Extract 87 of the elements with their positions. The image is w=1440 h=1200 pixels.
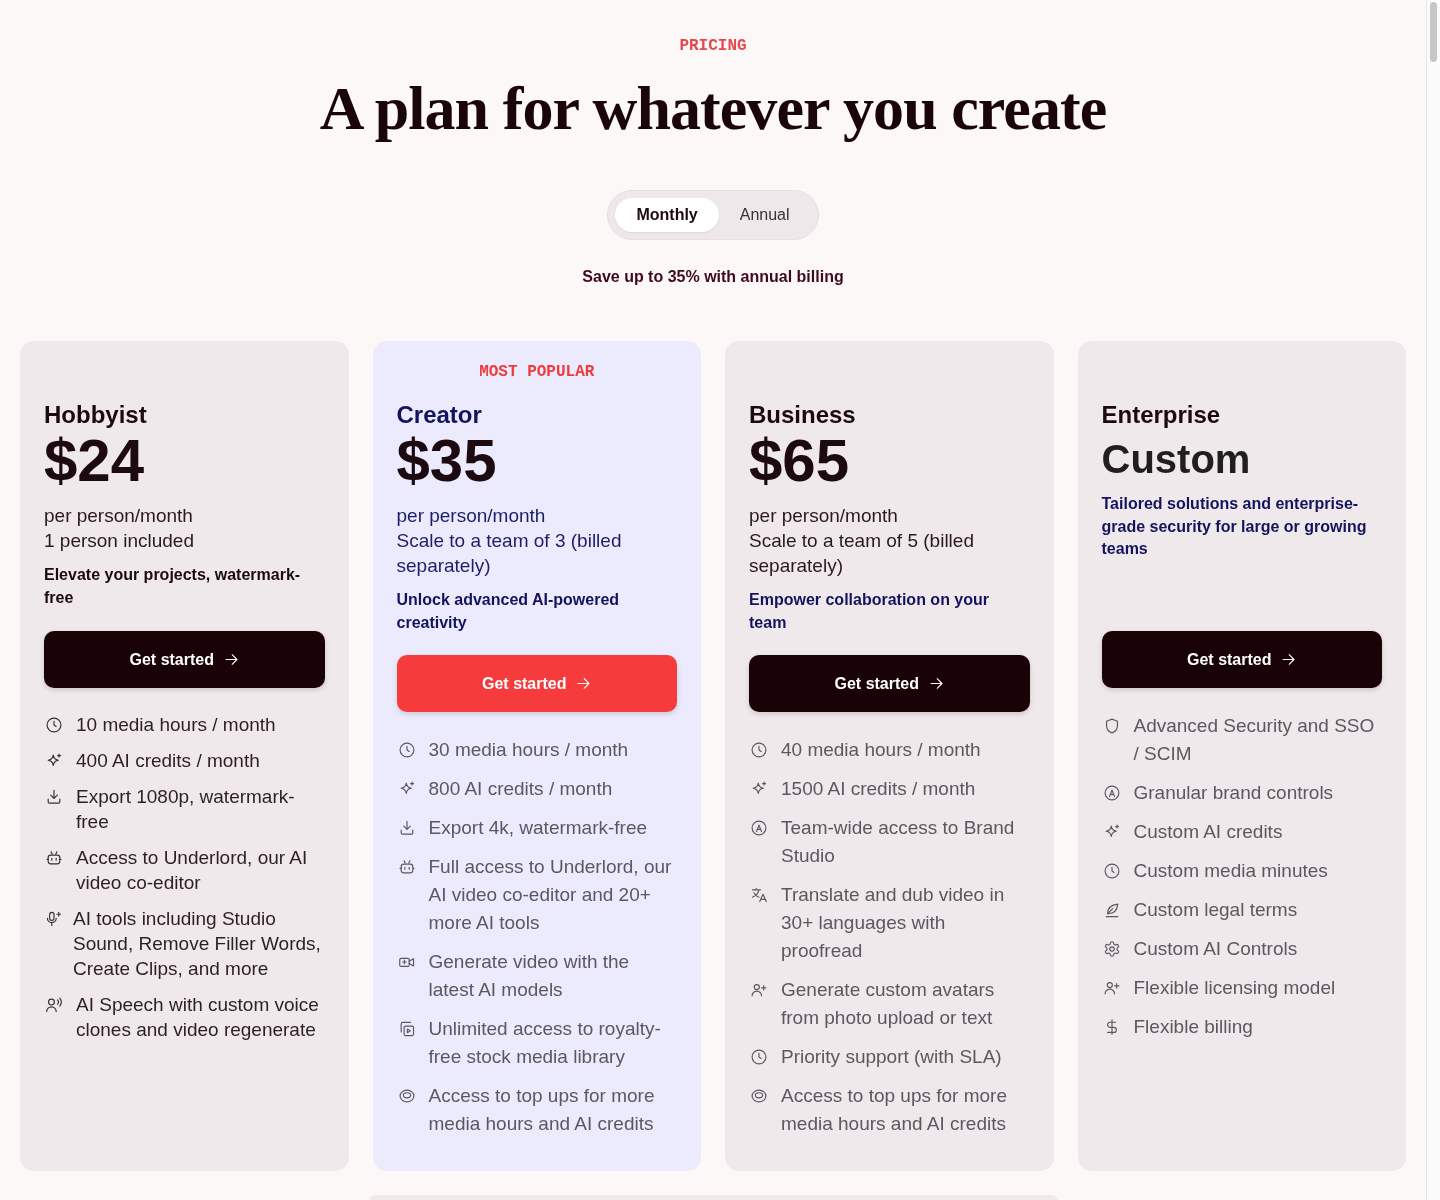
plan-price: $24: [44, 431, 145, 491]
feature-text: Granular brand controls: [1133, 781, 1334, 805]
plan-detail: per person/month: [44, 504, 194, 528]
person-plus-icon: [1103, 980, 1120, 996]
sparkle-icon: [46, 752, 62, 769]
feature-text: 30 media hours / month: [428, 738, 629, 762]
feature-text: 1500 AI credits / month: [781, 777, 976, 801]
savings-note: Save up to 35% with annual billing: [582, 267, 844, 287]
plan-detail: Scale to a team of 5 (billed separately): [749, 529, 975, 578]
letter-a-circle-icon: [1103, 785, 1120, 801]
arrow-right-icon: [224, 652, 239, 667]
feature-text: Generate video with the latest AI models: [428, 950, 631, 1002]
get-started-button[interactable]: Get started: [396, 655, 677, 712]
scrollbar-thumb[interactable]: [1430, 2, 1437, 62]
popular-label: MOST POPULAR: [479, 362, 595, 382]
feature-text: Advanced Security and SSO / SCIM: [1133, 714, 1376, 766]
plan-tagline: Empower collaboration on your team: [749, 590, 991, 633]
clock-icon: [1103, 863, 1120, 879]
media-library-icon: [398, 1021, 415, 1037]
feature-text: AI Speech with custom voice clones and video regenerate: [76, 993, 320, 1042]
feature-text: 800 AI credits / month: [428, 777, 613, 801]
feature-text: Export 4k, watermark-free: [428, 816, 648, 840]
clock-icon: [751, 1049, 767, 1065]
feature-text: 400 AI credits / month: [76, 749, 260, 773]
quill-icon: [1103, 902, 1120, 918]
get-started-button[interactable]: Get started: [1101, 631, 1382, 688]
robot-icon: [398, 859, 415, 875]
feature-text: 10 media hours / month: [76, 713, 276, 737]
feature-text: Custom legal terms: [1133, 898, 1298, 922]
microphone-plus-icon: [46, 910, 62, 927]
arrow-right-icon: [929, 676, 944, 691]
arrow-right-icon: [576, 676, 592, 691]
plan-name: Enterprise: [1101, 400, 1222, 430]
feature-text: Priority support (with SLA): [781, 1045, 1002, 1069]
plan-name: Hobbyist: [44, 400, 148, 430]
plan-tagline: Tailored solutions and enterprise-grade security for large or growing teams: [1101, 494, 1368, 559]
robot-icon: [46, 849, 62, 866]
feature-text: Generate custom avatars from photo upload or text: [781, 978, 996, 1030]
download-icon: [398, 820, 415, 836]
feature-text: Access to top ups for more media hours and AI credits: [428, 1084, 656, 1136]
translate-icon: [751, 887, 767, 903]
feature-text: Unlimited access to royalty-free stock media library: [428, 1017, 662, 1069]
page-title: A plan for whatever you create: [319, 73, 1107, 144]
feature-text: Full access to Underlord, our AI video co-editor and 20+ more AI tools: [428, 855, 673, 935]
get-started-button[interactable]: Get started: [44, 631, 325, 688]
plan-detail: 1 person included: [44, 529, 195, 553]
billing-tab[interactable]: Monthly: [615, 198, 719, 232]
eyebrow-label: PRICING: [679, 36, 747, 56]
plan-detail: per person/month: [396, 504, 547, 528]
person-sound-icon: [46, 996, 62, 1013]
download-icon: [46, 788, 62, 805]
feature-text: Team-wide access to Brand Studio: [781, 816, 1016, 868]
sparkle-icon: [751, 781, 767, 797]
plan-name: Creator: [396, 400, 483, 430]
feature-text: Access to top ups for more media hours and AI credits: [781, 1084, 1008, 1136]
sparkle-icon: [1103, 824, 1120, 840]
plan-price: $65: [749, 431, 851, 491]
plan-price: $35: [396, 431, 498, 491]
billing-tab[interactable]: Annual: [718, 198, 811, 232]
feature-text: AI tools including Studio Sound, Remove Filler Words, Create Clips, and more: [73, 907, 322, 981]
feature-text: Translate and dub video in 30+ languages with proofread: [781, 883, 1006, 963]
gear-icon: [1103, 941, 1120, 957]
letter-a-circle-icon: [751, 820, 767, 836]
feature-text: Custom media minutes: [1133, 859, 1328, 883]
feature-text: Flexible billing: [1133, 1015, 1253, 1039]
plan-name: Business: [749, 400, 857, 430]
plan-price: Custom: [1101, 436, 1252, 483]
clock-icon: [46, 716, 62, 733]
clock-icon: [751, 742, 767, 758]
shield-icon: [1103, 718, 1120, 734]
plan-detail: per person/month: [749, 504, 899, 528]
feature-text: 40 media hours / month: [781, 738, 981, 762]
feature-text: Flexible licensing model: [1133, 976, 1336, 1000]
plan-tagline: Elevate your projects, watermark-free: [44, 565, 302, 608]
coin-icon: [751, 1088, 767, 1104]
sparkle-icon: [398, 781, 415, 797]
plan-detail: Scale to a team of 3 (billed separately): [396, 529, 623, 578]
person-plus-icon: [751, 982, 767, 998]
plan-tagline: Unlock advanced AI-powered creativity: [396, 590, 621, 633]
feature-text: Custom AI credits: [1133, 820, 1283, 844]
clock-icon: [398, 742, 415, 758]
arrow-right-icon: [1281, 652, 1297, 667]
feature-text: Custom AI Controls: [1133, 937, 1298, 961]
feature-text: Access to Underlord, our AI video co-editor: [76, 846, 309, 895]
get-started-button[interactable]: Get started: [749, 655, 1030, 712]
feature-text: Export 1080p, watermark-free: [76, 785, 296, 834]
coin-icon: [398, 1088, 415, 1104]
